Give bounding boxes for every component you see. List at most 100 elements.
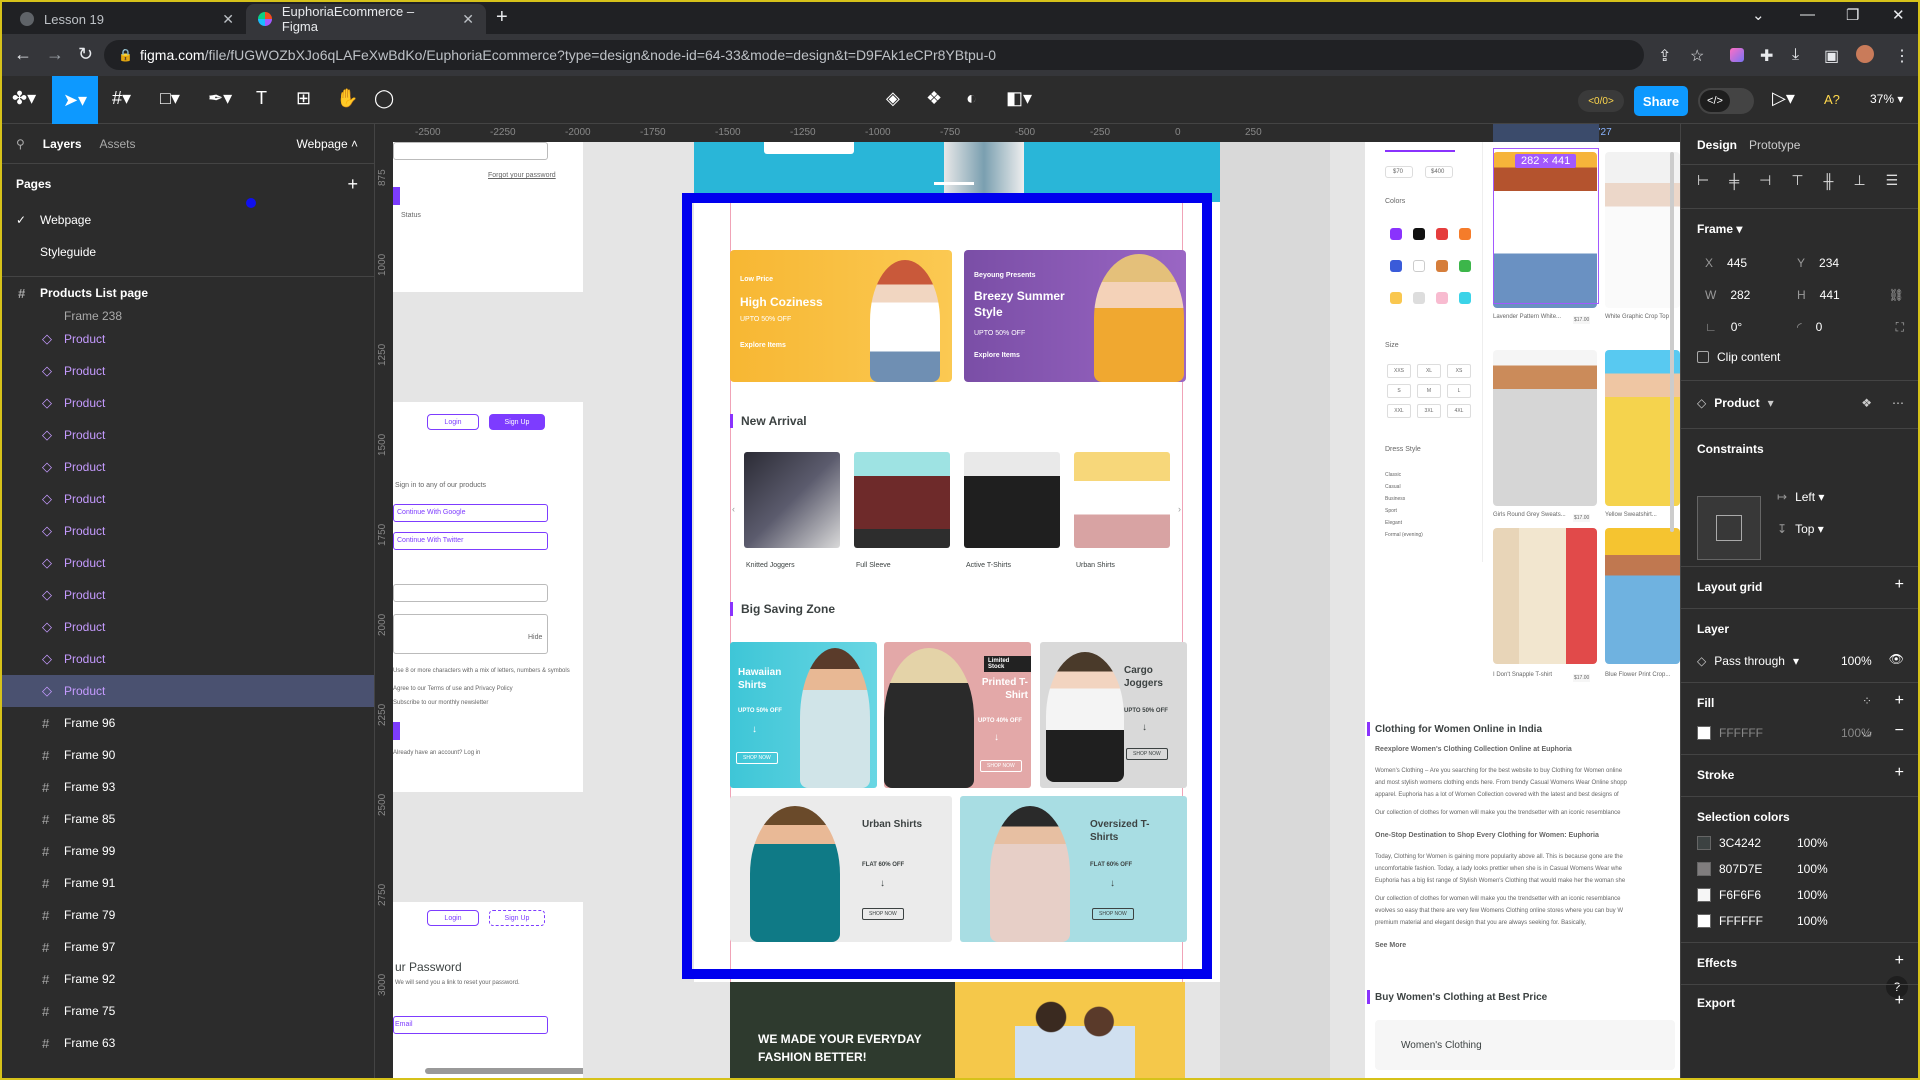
layer-row-product[interactable]: ◇ Product xyxy=(0,323,374,355)
layer-row-frame[interactable]: # Frame 79 xyxy=(0,899,374,931)
layer-row-frame[interactable]: # Frame 90 xyxy=(0,739,374,771)
distribute-icon[interactable]: ☰ xyxy=(1886,172,1899,189)
selection-color-row[interactable]: 807D7E xyxy=(1697,862,1762,876)
url-input[interactable]: 🔒 figma.com/file/fUGWOZbXJo6qLAFeXwBdKo/… xyxy=(104,40,1644,70)
rotation-field[interactable]: ∟ 0° xyxy=(1705,320,1742,334)
sidepanel-icon[interactable]: ▣ xyxy=(1824,46,1839,66)
close-icon[interactable]: ✕ xyxy=(462,11,474,28)
frame-heading[interactable]: Frame ▾ xyxy=(1697,222,1742,236)
radius-field[interactable]: ◜ 0 xyxy=(1797,320,1822,334)
text-tool-icon[interactable]: T xyxy=(256,88,267,109)
align-left-icon[interactable]: ⊢ xyxy=(1697,172,1709,189)
align-top-icon[interactable]: ⊤ xyxy=(1791,172,1803,189)
layer-row-frame[interactable]: # Frame 97 xyxy=(0,931,374,963)
style-icon[interactable]: ⁘ xyxy=(1862,694,1872,708)
layer-row-frame[interactable]: # Frame 96 xyxy=(0,707,374,739)
go-to-main-icon[interactable]: ❖ xyxy=(1861,396,1872,410)
product-card[interactable] xyxy=(1493,528,1597,664)
component-swap-icon[interactable]: ◈ xyxy=(886,88,900,109)
product-card[interactable] xyxy=(1605,350,1680,506)
page-selector[interactable]: Webpage ˄ xyxy=(297,137,359,151)
bookmark-star-icon[interactable]: ☆ xyxy=(1690,46,1704,66)
layer-row-product[interactable]: ◇ Product xyxy=(0,483,374,515)
color-opacity[interactable]: 100% xyxy=(1797,888,1828,902)
layer-opacity[interactable]: 100% xyxy=(1841,654,1872,668)
selection-color-row[interactable]: 3C4242 xyxy=(1697,836,1761,850)
multiplayer-badge[interactable]: <0/0> xyxy=(1578,90,1624,112)
canvas-frame-login-top[interactable]: Forgot your password Status xyxy=(393,142,583,292)
layer-row-product[interactable]: ◇ Product xyxy=(0,451,374,483)
layer-row-frame[interactable]: # Frame 75 xyxy=(0,995,374,1027)
hidden-eye-icon[interactable]: ◡ xyxy=(1862,724,1872,738)
more-vert-icon[interactable]: ⋮ xyxy=(1894,46,1910,66)
figma-menu-icon[interactable]: ✤▾ xyxy=(12,88,36,109)
layer-row-product[interactable]: ◇ Product xyxy=(0,547,374,579)
clip-content-checkbox[interactable] xyxy=(1697,351,1709,363)
tab-layers[interactable]: Layers xyxy=(43,137,82,151)
color-opacity[interactable]: 100% xyxy=(1797,836,1828,850)
add-fill-icon[interactable]: + xyxy=(1895,692,1904,710)
layer-row-product[interactable]: ◇ Product xyxy=(0,355,374,387)
constraint-widget[interactable] xyxy=(1697,496,1761,560)
frame-tool-icon[interactable]: #▾ xyxy=(112,88,131,109)
tab-design[interactable]: Design xyxy=(1697,138,1737,152)
color-swatch[interactable] xyxy=(1697,836,1711,850)
w-field[interactable]: W 282 xyxy=(1705,288,1750,302)
pen-tool-icon[interactable]: ✒▾ xyxy=(208,88,232,109)
color-swatch[interactable] xyxy=(1697,888,1711,902)
accessibility-icon[interactable]: A? xyxy=(1824,92,1840,107)
y-field[interactable]: Y 234 xyxy=(1797,256,1839,270)
add-stroke-icon[interactable]: + xyxy=(1895,764,1904,782)
selection-color-row[interactable]: FFFFFF xyxy=(1697,914,1763,928)
h-field[interactable]: H 441 xyxy=(1797,288,1840,302)
move-tool-icon[interactable]: ➤▾ xyxy=(52,76,98,124)
tab-prototype[interactable]: Prototype xyxy=(1749,138,1800,152)
share-button[interactable]: Share xyxy=(1634,86,1688,116)
forward-icon[interactable]: → xyxy=(46,44,64,65)
align-center-v-icon[interactable]: ╫ xyxy=(1824,173,1834,189)
add-export-icon[interactable]: + xyxy=(1895,992,1904,1010)
restore-icon[interactable]: ❐ xyxy=(1846,6,1859,24)
layer-row-partial[interactable]: Frame 238 xyxy=(0,309,374,323)
search-icon[interactable]: ⚲ xyxy=(16,137,25,151)
layer-row-frame[interactable]: # Frame 93 xyxy=(0,771,374,803)
layer-row-product[interactable]: ◇ Product xyxy=(0,419,374,451)
layer-row-product[interactable]: ◇ Product xyxy=(0,611,374,643)
add-effect-icon[interactable]: + xyxy=(1895,952,1904,970)
component-icon[interactable]: ❖ xyxy=(926,88,942,109)
page-item-webpage[interactable]: ✓ Webpage xyxy=(0,204,374,236)
fill-swatch[interactable] xyxy=(1697,726,1711,740)
constrain-proportions-icon[interactable]: ⛓ xyxy=(1889,288,1904,302)
page-item-styleguide[interactable]: Styleguide xyxy=(0,236,374,268)
constraint-vertical[interactable]: ↧ Top ▾ xyxy=(1777,522,1824,536)
tab-assets[interactable]: Assets xyxy=(100,137,136,151)
layer-row-product[interactable]: ◇ Product xyxy=(0,387,374,419)
layer-row-product[interactable]: ◇ Product xyxy=(0,515,374,547)
resources-icon[interactable]: ⊞ xyxy=(296,88,311,109)
present-icon[interactable]: ▷▾ xyxy=(1772,88,1795,109)
rectangle-tool-icon[interactable]: □▾ xyxy=(160,88,180,109)
horizontal-scrollbar[interactable] xyxy=(425,1068,595,1074)
boolean-icon[interactable]: ◧▾ xyxy=(1006,88,1032,109)
avatar[interactable] xyxy=(1856,45,1874,63)
more-icon[interactable]: ⋯ xyxy=(1892,396,1904,410)
browser-tab-lesson[interactable]: Lesson 19 ✕ xyxy=(8,4,246,34)
layer-row-product[interactable]: ◇ Product xyxy=(0,675,374,707)
align-right-icon[interactable]: ⊣ xyxy=(1759,172,1771,189)
product-card[interactable] xyxy=(1493,350,1597,506)
color-swatch[interactable] xyxy=(1697,914,1711,928)
layer-row-product[interactable]: ◇ Product xyxy=(0,579,374,611)
x-field[interactable]: X 445 xyxy=(1705,256,1747,270)
minimize-icon[interactable]: — xyxy=(1800,6,1815,23)
reload-icon[interactable]: ↻ xyxy=(78,44,93,65)
align-center-h-icon[interactable]: ╪ xyxy=(1729,173,1739,189)
layer-row-frame[interactable]: # Frame 63 xyxy=(0,1027,374,1059)
close-icon[interactable]: ✕ xyxy=(222,11,234,28)
vertical-scrollbar[interactable] xyxy=(1670,152,1674,532)
blend-mode-select[interactable]: ◇ Pass through ▾ xyxy=(1697,654,1799,668)
layer-row-frame[interactable]: # Frame 92 xyxy=(0,963,374,995)
layer-row-frame[interactable]: # Frame 99 xyxy=(0,835,374,867)
mask-icon[interactable]: ◐ xyxy=(966,88,977,109)
clip-content-row[interactable]: Clip content xyxy=(1697,350,1780,364)
color-opacity[interactable]: 100% xyxy=(1797,914,1828,928)
